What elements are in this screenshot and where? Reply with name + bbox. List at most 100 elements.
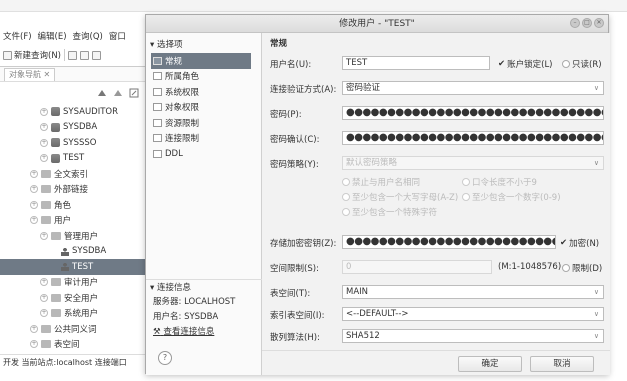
tree-item[interactable]: + SYSSSO bbox=[0, 135, 145, 151]
tree-item-label: 公共同义词 bbox=[54, 324, 97, 335]
username-input[interactable]: TEST bbox=[342, 56, 490, 70]
chevron-down-icon: ∨ bbox=[593, 159, 599, 167]
tablespace-label: 表空间(T): bbox=[270, 289, 311, 299]
tree-item[interactable]: + 用户 bbox=[0, 213, 145, 229]
confirm-password-input[interactable]: ●●●●●●●●●●●●●●●●●●●●●●●●●●●●●●●●●●●●●●●●… bbox=[342, 131, 604, 145]
connection-heading: ▾ 连接信息 bbox=[146, 279, 262, 295]
tree-item[interactable]: + TEST bbox=[0, 151, 145, 167]
new-query-button[interactable]: 新建查询(N) bbox=[3, 49, 61, 61]
option-item[interactable]: 资源限制 bbox=[151, 115, 251, 131]
cancel-button[interactable]: 取消 bbox=[530, 356, 594, 372]
page-icon bbox=[153, 103, 162, 112]
password-label: 密码(P): bbox=[270, 110, 302, 120]
expand-toggle-icon[interactable]: + bbox=[40, 123, 48, 132]
option-item-label: 连接限制 bbox=[165, 134, 200, 145]
tree-item-label: SYSAUDITOR bbox=[63, 106, 119, 117]
ok-button[interactable]: 确定 bbox=[458, 356, 522, 372]
option-item[interactable]: 系统权限 bbox=[151, 84, 251, 100]
expand-toggle-icon[interactable]: + bbox=[30, 185, 38, 194]
menu-file[interactable]: 文件(F) bbox=[3, 30, 32, 42]
save-icon[interactable] bbox=[68, 50, 77, 60]
expand-toggle-icon[interactable]: + bbox=[30, 216, 38, 225]
menu-edit[interactable]: 编辑(E) bbox=[38, 30, 67, 42]
expand-toggle-icon[interactable]: + bbox=[30, 324, 38, 333]
tree-item[interactable]: + 全文索引 bbox=[0, 166, 145, 182]
expand-toggle-icon[interactable]: + bbox=[30, 200, 38, 209]
policy-digit-label: 至少包含一个数字(0-9) bbox=[472, 193, 561, 203]
menu-query[interactable]: 查询(Q) bbox=[73, 30, 103, 42]
tree-item[interactable]: + 系统用户 bbox=[0, 306, 145, 322]
account-lock-checkbox[interactable]: ✔ 账户锁定(L) bbox=[498, 58, 553, 70]
tree-item[interactable]: + SYSDBA bbox=[0, 120, 145, 136]
policy-no-username-checkbox[interactable]: 禁止与用户名相同 bbox=[342, 176, 420, 188]
option-item[interactable]: 连接限制 bbox=[151, 131, 251, 147]
option-item[interactable]: 对象权限 bbox=[151, 100, 251, 116]
options-list: 常规 所属角色 系统权限 对象权限 资源限制连接限制 DDL bbox=[151, 53, 251, 162]
collapse-icon[interactable]: ▾ bbox=[150, 283, 154, 293]
view-connection-link[interactable]: ⚒ 查看连接信息 bbox=[146, 325, 262, 340]
expand-toggle-icon[interactable]: + bbox=[40, 231, 48, 240]
space-limit-label: 空间限制(S): bbox=[270, 264, 319, 274]
hash-algorithm-select[interactable]: SHA512 ∨ bbox=[342, 329, 604, 343]
tree-item[interactable]: + 表空间 bbox=[0, 337, 145, 353]
tree-item[interactable]: SYSDBA bbox=[0, 244, 145, 260]
index-tablespace-select[interactable]: <--DEFAULT--> ∨ bbox=[342, 307, 604, 321]
connect-icon[interactable] bbox=[97, 88, 107, 98]
tree-item[interactable]: + 外部链接 bbox=[0, 182, 145, 198]
tree-item[interactable]: + SYSAUDITOR bbox=[0, 104, 145, 120]
options-panel: ▾ 选择项 常规 所属角色 系统权限 对象权限 资源限制 连接限制 DDL ▾ 连接信息 服… bbox=[146, 33, 262, 375]
policy-no-username-label: 禁止与用户名相同 bbox=[352, 178, 421, 188]
readonly-checkbox[interactable]: 只读(R) bbox=[562, 58, 602, 70]
menu-window[interactable]: 窗口 bbox=[109, 30, 126, 42]
tree-item[interactable]: + 角色 bbox=[0, 197, 145, 213]
tree-item[interactable]: TEST bbox=[0, 259, 145, 275]
help-button[interactable]: ? bbox=[158, 351, 172, 365]
expand-toggle-icon[interactable]: + bbox=[30, 169, 38, 178]
user-icon bbox=[51, 122, 60, 132]
tab-object-navigator[interactable]: 对象导航 ✕ bbox=[4, 67, 56, 81]
expand-toggle-icon[interactable]: + bbox=[40, 138, 48, 147]
maximize-icon[interactable]: □ bbox=[582, 18, 592, 28]
edit-icon[interactable] bbox=[129, 88, 139, 98]
expand-toggle-icon[interactable]: + bbox=[40, 278, 48, 287]
folder-icon bbox=[41, 200, 51, 209]
minimize-icon[interactable]: – bbox=[570, 18, 580, 28]
expand-toggle-icon[interactable]: + bbox=[40, 154, 48, 163]
space-limit-input[interactable]: 0 bbox=[342, 260, 492, 274]
password-policy-select[interactable]: 默认密码策略 ∨ bbox=[342, 156, 604, 170]
tree-item-label: 全文索引 bbox=[54, 169, 89, 180]
password-policy-value: 默认密码策略 bbox=[346, 158, 398, 168]
expand-toggle-icon[interactable]: + bbox=[40, 309, 48, 318]
folder-icon bbox=[41, 324, 51, 333]
main-toolbar: 新建查询(N) bbox=[0, 46, 145, 64]
storage-key-input[interactable]: ●●●●●●●●●●●●●●●●●●●●●●●●●●●●●●●●●●●●●●● bbox=[342, 235, 556, 249]
password-input[interactable]: ●●●●●●●●●●●●●●●●●●●●●●●●●●●●●●●●●●●●●●●●… bbox=[342, 106, 604, 120]
tree-item[interactable]: + 审计用户 bbox=[0, 275, 145, 291]
expand-toggle-icon[interactable]: + bbox=[40, 293, 48, 302]
option-item[interactable]: DDL bbox=[151, 146, 251, 162]
properties-icon[interactable] bbox=[92, 50, 101, 60]
tree-item[interactable]: + 安全用户 bbox=[0, 290, 145, 306]
policy-special-checkbox[interactable]: 至少包含一个特殊字符 bbox=[342, 206, 437, 218]
tablespace-select[interactable]: MAIN ∨ bbox=[342, 285, 604, 299]
policy-uppercase-checkbox[interactable]: 至少包含一个大写字母(A-Z) bbox=[342, 191, 458, 203]
encrypt-checkbox[interactable]: ✔ 加密(N) bbox=[560, 237, 599, 249]
disconnect-icon[interactable] bbox=[113, 88, 123, 98]
limit-checkbox[interactable]: 限制(D) bbox=[562, 262, 602, 274]
collapse-icon[interactable]: ▾ bbox=[150, 40, 154, 50]
policy-min-length-checkbox[interactable]: 口令长度不小于9 bbox=[462, 176, 537, 188]
policy-digit-checkbox[interactable]: 至少包含一个数字(0-9) bbox=[462, 191, 561, 203]
option-item[interactable]: 所属角色 bbox=[151, 69, 251, 85]
tree-item-label: TEST bbox=[63, 153, 85, 164]
option-item[interactable]: 常规 bbox=[151, 53, 251, 69]
expand-toggle-icon[interactable]: + bbox=[40, 107, 48, 116]
tree-item[interactable]: + 管理用户 bbox=[0, 228, 145, 244]
close-window-icon[interactable]: ✕ bbox=[594, 18, 604, 28]
auth-method-select[interactable]: 密码验证 ∨ bbox=[342, 81, 604, 95]
expand-toggle-icon[interactable]: + bbox=[30, 340, 38, 349]
options-heading: ▾ 选择项 bbox=[150, 38, 183, 50]
tree-item[interactable]: + 公共同义词 bbox=[0, 321, 145, 337]
close-icon[interactable]: ✕ bbox=[44, 70, 51, 79]
save-all-icon[interactable] bbox=[80, 50, 89, 60]
checkbox-icon bbox=[342, 178, 350, 186]
